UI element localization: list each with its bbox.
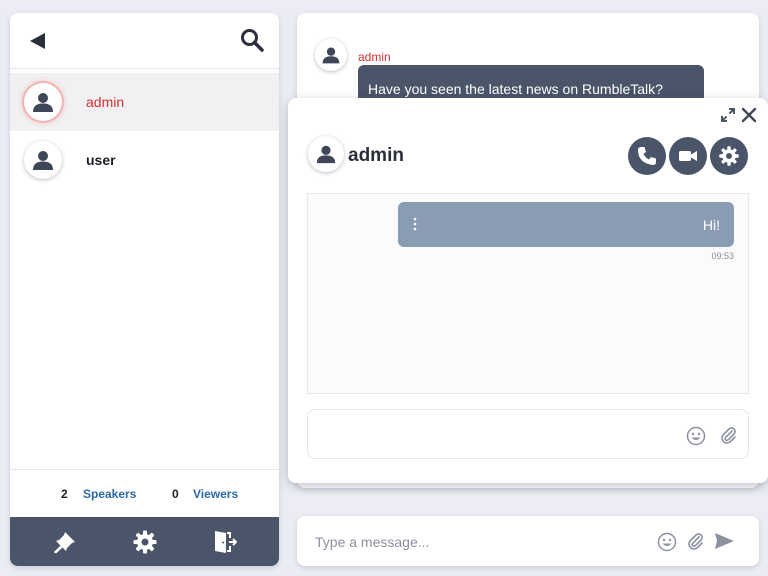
user-list-item-user[interactable]: user [10, 131, 279, 189]
gear-icon[interactable] [132, 529, 158, 555]
message-bubble: Hi! [398, 202, 734, 247]
user-name: admin [86, 94, 125, 110]
emoji-icon[interactable] [686, 426, 706, 446]
viewers-count: 0 [172, 487, 179, 501]
user-avatar-icon [321, 45, 341, 65]
message-author: admin [358, 50, 391, 64]
user-list-item-admin[interactable]: admin [10, 73, 279, 131]
private-chat-window: admin Hi! 09:53 [288, 98, 768, 483]
avatar [315, 39, 347, 71]
video-icon [677, 145, 699, 167]
viewers-link[interactable]: Viewers [193, 487, 238, 501]
user-avatar-icon [31, 90, 55, 114]
message-input[interactable] [315, 531, 635, 553]
phone-icon [636, 145, 658, 167]
speakers-count: 2 [61, 487, 68, 501]
video-call-button[interactable] [669, 137, 707, 175]
avatar [24, 83, 62, 121]
send-icon[interactable] [713, 530, 735, 552]
exit-door-icon[interactable] [211, 529, 237, 555]
private-message-composer [307, 409, 749, 459]
private-message-list: Hi! 09:53 [307, 193, 749, 394]
chat-settings-button[interactable] [710, 137, 748, 175]
private-chat-title: admin [348, 145, 404, 166]
message-composer [297, 516, 759, 566]
close-icon[interactable] [740, 106, 758, 124]
attach-icon[interactable] [718, 425, 738, 445]
expand-icon[interactable] [720, 107, 736, 123]
avatar [24, 141, 62, 179]
user-panel: admin user 2 Speakers 0 Viewers [10, 13, 279, 566]
avatar [308, 136, 344, 172]
participant-counts: 2 Speakers 0 Viewers [10, 469, 279, 517]
call-button[interactable] [628, 137, 666, 175]
panel-header [10, 13, 279, 69]
gear-icon [718, 145, 740, 167]
message-timestamp: 09:53 [711, 251, 734, 261]
back-triangle-icon[interactable] [26, 29, 50, 53]
private-message-input[interactable] [320, 424, 670, 446]
user-avatar-icon [315, 143, 337, 165]
user-avatar-icon [31, 148, 55, 172]
attach-icon[interactable] [685, 531, 705, 551]
speakers-link[interactable]: Speakers [83, 487, 136, 501]
user-list: admin user [10, 73, 279, 189]
more-vertical-icon[interactable] [412, 216, 418, 232]
search-icon[interactable] [239, 27, 265, 53]
panel-toolbar [10, 517, 279, 566]
pin-icon[interactable] [52, 529, 78, 555]
message-text: Hi! [702, 217, 720, 233]
user-name: user [86, 152, 116, 168]
emoji-icon[interactable] [657, 532, 677, 552]
